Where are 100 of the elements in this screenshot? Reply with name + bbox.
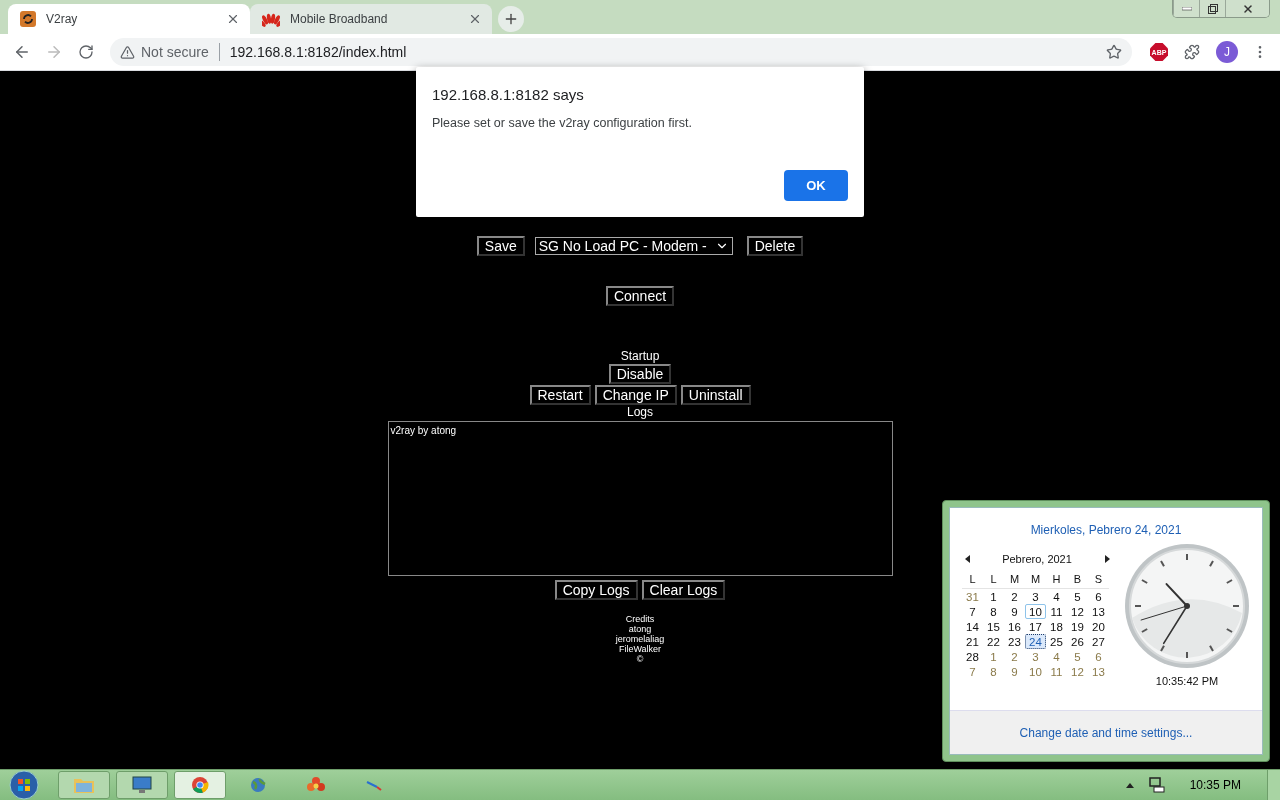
calendar-day[interactable]: 28: [962, 649, 983, 664]
config-select[interactable]: SG No Load PC - Modem -: [534, 237, 733, 255]
calendar-day[interactable]: 25: [1046, 634, 1067, 649]
calendar-day[interactable]: 6: [1088, 649, 1109, 664]
calendar-day[interactable]: 20: [1088, 619, 1109, 634]
weekday-label: L: [962, 573, 983, 589]
calendar-day[interactable]: 24: [1025, 634, 1046, 649]
calendar-day[interactable]: 27: [1088, 634, 1109, 649]
minimize-icon: [1181, 6, 1192, 11]
calendar-day[interactable]: 1: [983, 589, 1004, 604]
restore-button[interactable]: [1199, 0, 1225, 17]
calendar-day[interactable]: 7: [962, 664, 983, 679]
connect-button[interactable]: Connect: [605, 286, 675, 306]
calendar-day[interactable]: 5: [1067, 649, 1088, 664]
calendar-day[interactable]: 23: [1004, 634, 1025, 649]
action-button[interactable]: Uninstall: [680, 385, 751, 405]
close-icon: [1241, 2, 1254, 15]
ok-button[interactable]: OK: [784, 170, 848, 201]
clock-time: 10:35:42 PM: [1155, 675, 1219, 687]
calendar-day[interactable]: 17: [1025, 619, 1046, 634]
flower-icon: [262, 11, 280, 27]
reload-icon: [78, 44, 94, 60]
calendar-day[interactable]: 3: [1025, 589, 1046, 604]
calendar-day[interactable]: 13: [1088, 664, 1109, 679]
taskbar-app-button[interactable]: [116, 771, 168, 799]
weekday-label: H: [1046, 573, 1067, 589]
save-button[interactable]: Save: [476, 236, 525, 256]
calendar-day[interactable]: 15: [983, 619, 1004, 634]
calendar-day[interactable]: 8: [983, 604, 1004, 619]
forward-arrow-icon: [45, 43, 63, 61]
calendar-day[interactable]: 26: [1067, 634, 1088, 649]
calendar-day[interactable]: 8: [983, 664, 1004, 679]
next-month-button[interactable]: [1102, 553, 1112, 565]
close-icon[interactable]: [226, 12, 240, 26]
monitor-icon: [132, 776, 152, 794]
calendar-day[interactable]: 19: [1067, 619, 1088, 634]
close-icon[interactable]: [468, 12, 482, 26]
startup-label: Startup: [620, 349, 660, 364]
calendar-day[interactable]: 6: [1088, 589, 1109, 604]
calendar-day[interactable]: 9: [1004, 664, 1025, 679]
settings-link[interactable]: Change date and time settings...: [1019, 725, 1193, 740]
dialog-message: Please set or save the v2ray configuration first.: [432, 116, 693, 130]
profile-avatar[interactable]: J: [1216, 41, 1238, 63]
dialog-title: 192.168.8.1:8182 says: [432, 86, 585, 103]
calendar-day[interactable]: 14: [962, 619, 983, 634]
logs-action-button[interactable]: Clear Logs: [641, 580, 726, 600]
chrome-icon: [191, 776, 209, 794]
browser-tab[interactable]: Mobile Broadband: [250, 4, 492, 34]
globe-icon: [249, 776, 267, 794]
calendar-day[interactable]: 7: [962, 604, 983, 619]
calendar-day[interactable]: 5: [1067, 589, 1088, 604]
windows-logo-icon: [9, 770, 39, 800]
calendar-day[interactable]: 10: [1025, 604, 1046, 619]
calendar-day[interactable]: 2: [1004, 589, 1025, 604]
date-heading[interactable]: Mierkoles, Pebrero 24, 2021: [950, 523, 1262, 537]
calendar-day[interactable]: 1: [983, 649, 1004, 664]
start-button[interactable]: [6, 770, 42, 800]
plus-icon: [503, 11, 519, 27]
calendar-day[interactable]: 13: [1088, 604, 1109, 619]
action-button[interactable]: Restart: [529, 385, 591, 405]
calendar-day[interactable]: 3: [1025, 649, 1046, 664]
credits-line: ©: [636, 654, 644, 664]
url-text: 192.168.8.1:8182/index.html: [229, 44, 408, 60]
right-triangle-icon: [1104, 555, 1110, 563]
calendar-day[interactable]: 12: [1067, 604, 1088, 619]
tab-favicon-icon: [20, 11, 36, 27]
calendar-day[interactable]: 18: [1046, 619, 1067, 634]
taskbar-clock[interactable]: 10:35 PM: [1189, 778, 1241, 792]
calendar-day[interactable]: 12: [1067, 664, 1088, 679]
taskbar-app-button[interactable]: [174, 771, 226, 799]
warning-icon: [120, 44, 135, 60]
puzzle-icon[interactable]: [1184, 44, 1200, 60]
disable-button[interactable]: Disable: [608, 364, 672, 384]
new-tab-button[interactable]: [498, 6, 524, 32]
delete-button[interactable]: Delete: [746, 236, 804, 256]
calendar-day[interactable]: 2: [1004, 649, 1025, 664]
action-button[interactable]: Change IP: [594, 385, 677, 405]
calendar-day[interactable]: 4: [1046, 589, 1067, 604]
logs-label: Logs: [627, 405, 653, 420]
calendar-day[interactable]: 21: [962, 634, 983, 649]
month-title[interactable]: Pebrero, 2021: [1002, 553, 1072, 565]
calendar-day[interactable]: 9: [1004, 604, 1025, 619]
weekday-label: B: [1067, 573, 1088, 589]
credits-line: atong: [628, 624, 652, 634]
security-label: Not secure: [141, 44, 209, 60]
folder-icon: [73, 776, 95, 794]
calendar-day[interactable]: 22: [983, 634, 1004, 649]
credits-line: jeromelaliag: [615, 634, 665, 644]
calendar-day[interactable]: 10: [1025, 664, 1046, 679]
credits-line: FileWalker: [618, 644, 662, 654]
address-bar[interactable]: Not secure 192.168.8.1:8182/index.html: [110, 38, 1132, 66]
browser-tab[interactable]: V2ray: [8, 4, 250, 34]
logs-action-button[interactable]: Copy Logs: [554, 580, 638, 600]
calendar-day[interactable]: 16: [1004, 619, 1025, 634]
logs-textarea[interactable]: v2ray by atong: [387, 421, 893, 576]
calendar-day[interactable]: 31: [962, 589, 983, 604]
calendar-day[interactable]: 11: [1046, 664, 1067, 679]
star-icon[interactable]: [1106, 44, 1122, 60]
calendar-day[interactable]: 4: [1046, 649, 1067, 664]
calendar-day[interactable]: 11: [1046, 604, 1067, 619]
